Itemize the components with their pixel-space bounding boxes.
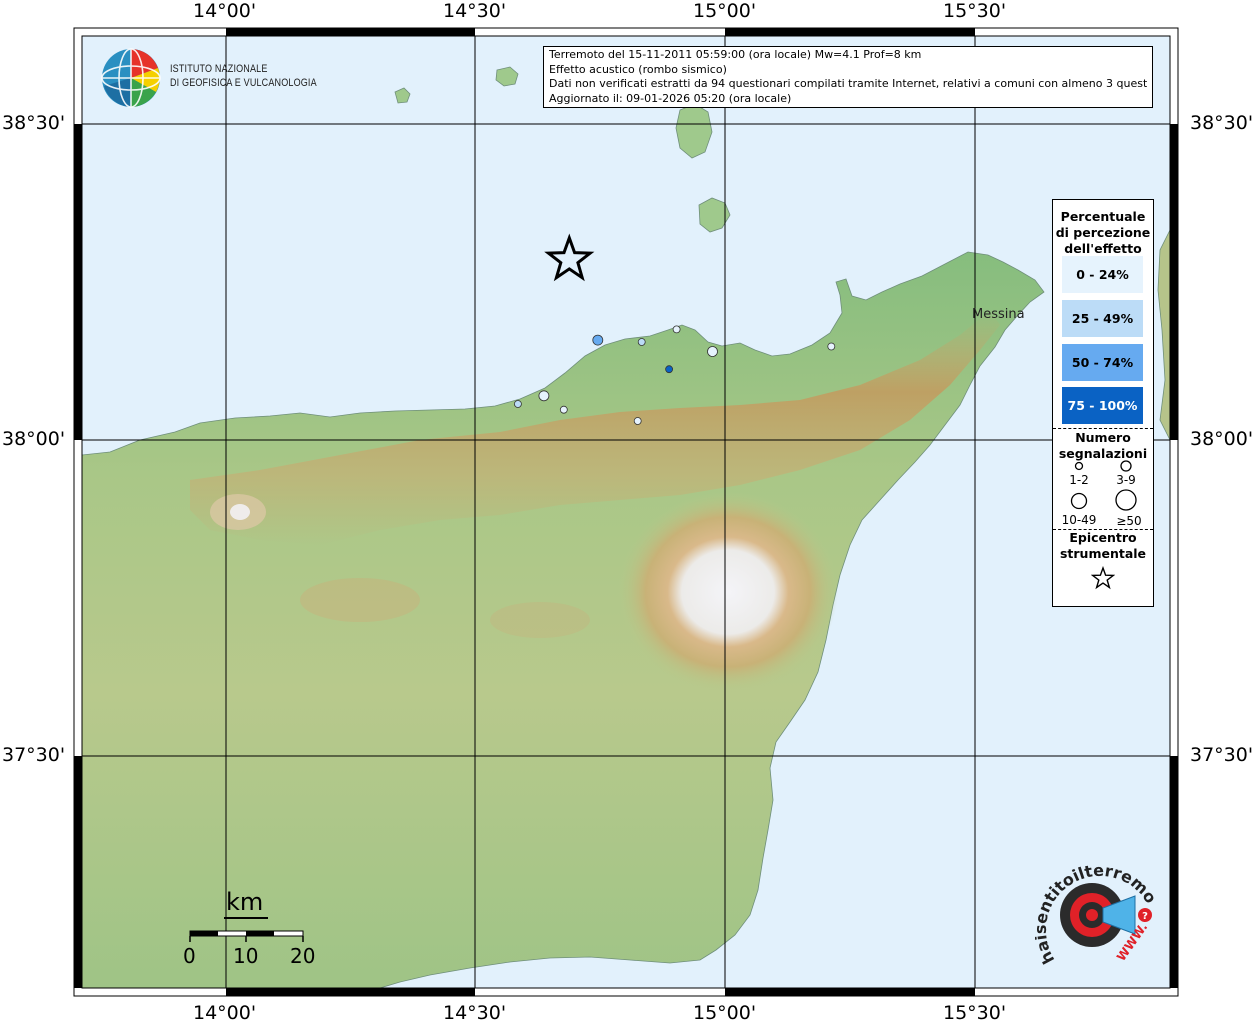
report-point bbox=[538, 390, 550, 402]
lat-label-left-2: 38°00' bbox=[2, 428, 66, 450]
erei-highland bbox=[300, 578, 420, 622]
legend-epicenter-title-line1: Epicentro bbox=[1069, 530, 1137, 545]
lon-label-top-3: 15°00' bbox=[693, 0, 757, 22]
ingv-name-line1: ISTITUTO NAZIONALE bbox=[170, 63, 268, 75]
report-point bbox=[633, 417, 642, 425]
legend-separator-1 bbox=[1053, 428, 1153, 429]
legend-class-2: 50 - 74% bbox=[1062, 344, 1143, 381]
lat-label-right-3: 37°30' bbox=[1190, 744, 1254, 766]
report-point bbox=[665, 365, 673, 374]
ingv-name-line2: DI GEOFISICA E VULCANOLOGIA bbox=[170, 77, 317, 89]
ingv-name: ISTITUTO NAZIONALE DI GEOFISICA E VULCAN… bbox=[170, 62, 317, 90]
lon-label-top-4: 15°30' bbox=[943, 0, 1007, 22]
event-source: Dati non verificati estratti da 94 quest… bbox=[549, 77, 1147, 90]
event-info-box: Terremoto del 15-11-2011 05:59:00 (ora l… bbox=[543, 46, 1153, 108]
haisentito-logo-icon: ? haisentitoilterremoto.it WWW. bbox=[1030, 845, 1161, 967]
city-label-messina: Messina bbox=[972, 307, 1025, 322]
legend-epicenter-title-line2: strumentale bbox=[1059, 546, 1147, 561]
legend-title-line3: dell'effetto bbox=[1064, 241, 1142, 256]
legend-size-label-1: 1-2 bbox=[1069, 473, 1089, 487]
legend-class-0-label: 0 - 24% bbox=[1076, 267, 1129, 282]
legend-size-label-3: 10-49 bbox=[1061, 513, 1097, 527]
legend-size-symbol-4 bbox=[1115, 489, 1137, 511]
report-point bbox=[637, 338, 646, 346]
report-point bbox=[559, 405, 568, 414]
legend-class-1: 25 - 49% bbox=[1062, 300, 1143, 337]
event-updated: Aggiornato il: 09-01-2026 05:20 (ora loc… bbox=[549, 91, 792, 105]
legend-size-label-2: 3-9 bbox=[1116, 473, 1136, 487]
report-point bbox=[827, 342, 836, 351]
haisentito-logo: ? haisentitoilterremoto.it WWW. bbox=[1030, 845, 1165, 980]
legend-size-symbol-2 bbox=[1120, 460, 1132, 472]
report-point bbox=[514, 400, 522, 408]
legend-size-symbol-1 bbox=[1074, 461, 1084, 471]
lat-label-left-3: 37°30' bbox=[2, 744, 66, 766]
legend-star-icon bbox=[1091, 566, 1115, 590]
madonie-core bbox=[230, 504, 250, 520]
etna-volcano bbox=[618, 492, 838, 692]
scale-bar-label-20: 20 bbox=[290, 944, 316, 968]
legend-class-3: 75 - 100% bbox=[1062, 387, 1143, 424]
lon-label-top-1: 14°00' bbox=[193, 0, 257, 22]
legend-title-line2: di percezione bbox=[1055, 225, 1151, 240]
lon-label-top-2: 14°30' bbox=[443, 0, 507, 22]
central-highland bbox=[490, 602, 590, 638]
scale-bar-unit: km bbox=[226, 888, 264, 916]
lon-label-bottom-4: 15°30' bbox=[943, 1002, 1007, 1024]
svg-text:?: ? bbox=[1142, 911, 1148, 922]
event-title: Terremoto del 15-11-2011 05:59:00 (ora l… bbox=[549, 48, 922, 61]
ingv-globe-icon bbox=[101, 48, 161, 108]
report-point bbox=[707, 346, 718, 357]
report-point bbox=[592, 334, 604, 346]
legend-size-label-4: ≥50 bbox=[1116, 514, 1142, 528]
lon-label-bottom-2: 14°30' bbox=[443, 1002, 507, 1024]
lat-label-right-2: 38°00' bbox=[1190, 428, 1254, 450]
legend-class-3-label: 75 - 100% bbox=[1067, 398, 1138, 413]
legend-panel: Percentuale di percezione dell'effetto a… bbox=[1052, 199, 1154, 607]
legend-class-1-label: 25 - 49% bbox=[1071, 311, 1134, 326]
legend-size-title-line1: Numero bbox=[1075, 430, 1131, 445]
scale-bar-label-0: 0 bbox=[183, 944, 196, 968]
legend-class-0: 0 - 24% bbox=[1062, 256, 1143, 293]
legend-class-2-label: 50 - 74% bbox=[1071, 355, 1134, 370]
report-point bbox=[672, 325, 681, 334]
lat-label-right-1: 38°30' bbox=[1190, 112, 1254, 134]
legend-size-symbol-3 bbox=[1070, 492, 1088, 510]
lat-label-left-1: 38°30' bbox=[2, 112, 66, 134]
scale-bar-label-10: 10 bbox=[233, 944, 259, 968]
legend-title-line1: Percentuale bbox=[1060, 209, 1146, 224]
lon-label-bottom-1: 14°00' bbox=[193, 1002, 257, 1024]
lon-label-bottom-3: 15°00' bbox=[693, 1002, 757, 1024]
event-effect: Effetto acustico (rombo sismico) bbox=[549, 62, 727, 76]
